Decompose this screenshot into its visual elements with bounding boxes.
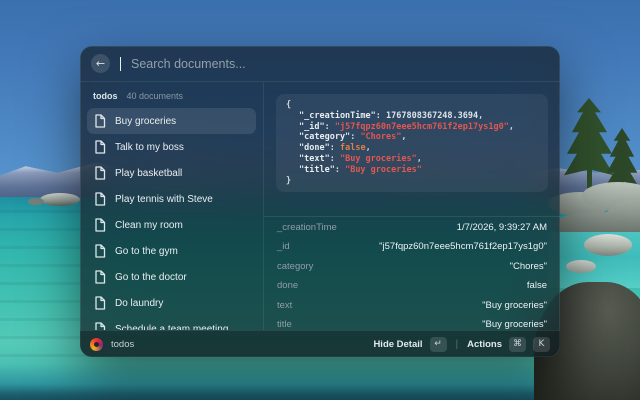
detail-row-creation-time: _creationTime 1/7/2026, 9:39:27 AM — [264, 217, 560, 237]
json-line: "done": false, — [286, 143, 538, 154]
wallpaper-boulder — [566, 260, 596, 273]
list-header: todos 40 documents — [80, 82, 263, 105]
palette-body: todos 40 documents Buy groceries Talk to… — [80, 82, 560, 330]
footer-right: Hide Detail ↵ | Actions ⌘ K — [373, 337, 550, 352]
json-preview: { "_creationTime": 1767808367248.3694, "… — [276, 94, 548, 192]
detail-field-table: _creationTime 1/7/2026, 9:39:27 AM _id "… — [264, 217, 560, 330]
wallpaper-granite-rock — [552, 212, 640, 238]
document-icon — [94, 322, 106, 330]
list-item-label: Play basketball — [115, 168, 182, 179]
wallpaper-pine-tree-large — [564, 98, 614, 188]
document-count: 40 documents — [127, 91, 184, 101]
field-key: _id — [277, 241, 290, 252]
field-key: done — [277, 280, 298, 291]
wallpaper-granite-rock — [606, 200, 640, 232]
wallpaper-rock-left — [40, 193, 80, 206]
command-palette-window: ← todos 40 documents Buy groceries — [80, 46, 560, 357]
list-item-talk-to-my-boss[interactable]: Talk to my boss — [87, 134, 256, 160]
wallpaper-pine-tree-small — [606, 128, 638, 192]
document-list[interactable]: Buy groceries Talk to my boss Play baske… — [80, 105, 263, 330]
wallpaper-granite-rock — [582, 182, 640, 210]
json-line: } — [286, 176, 538, 187]
document-icon — [94, 218, 106, 232]
json-line: "title": "Buy groceries" — [286, 165, 538, 176]
json-line: { — [286, 100, 538, 111]
search-input[interactable] — [131, 57, 549, 71]
list-item-go-to-the-doctor[interactable]: Go to the doctor — [87, 264, 256, 290]
detail-row-category: category "Chores" — [264, 256, 560, 276]
field-key: text — [277, 300, 292, 311]
back-button[interactable]: ← — [91, 54, 110, 73]
field-value: "Buy groceries" — [482, 300, 547, 311]
list-item-buy-groceries[interactable]: Buy groceries — [87, 108, 256, 134]
convex-logo-icon — [90, 338, 103, 351]
footer-bar: todos Hide Detail ↵ | Actions ⌘ K — [80, 330, 560, 357]
wallpaper-rock-left-small — [28, 198, 44, 205]
list-item-do-laundry[interactable]: Do laundry — [87, 290, 256, 316]
cmd-key-icon[interactable]: ⌘ — [509, 337, 526, 352]
field-value: "j57fqpz60n7eee5hcm761f2ep17ys1g0" — [379, 241, 547, 252]
document-icon — [94, 114, 106, 128]
field-value: "Chores" — [510, 261, 547, 272]
back-arrow-icon: ← — [96, 58, 105, 69]
field-key: _creationTime — [277, 222, 337, 233]
document-icon — [94, 166, 106, 180]
document-icon — [94, 192, 106, 206]
json-line: "category": "Chores", — [286, 132, 538, 143]
detail-row-title: title "Buy groceries" — [264, 315, 560, 330]
wallpaper-boulder — [584, 234, 632, 256]
list-item-label: Clean my room — [115, 220, 183, 231]
hide-detail-button[interactable]: Hide Detail — [373, 339, 422, 350]
list-item-label: Talk to my boss — [115, 142, 184, 153]
footer-separator: | — [456, 339, 459, 350]
list-item-label: Play tennis with Steve — [115, 194, 213, 205]
document-icon — [94, 296, 106, 310]
list-item-clean-my-room[interactable]: Clean my room — [87, 212, 256, 238]
list-item-play-basketball[interactable]: Play basketball — [87, 160, 256, 186]
wallpaper-shallow-water — [548, 232, 640, 288]
footer-app-name: todos — [111, 339, 134, 350]
document-icon — [94, 270, 106, 284]
json-line: "text": "Buy groceries", — [286, 154, 538, 165]
document-list-column: todos 40 documents Buy groceries Talk to… — [80, 82, 264, 330]
footer-left: todos — [90, 338, 373, 351]
detail-column: { "_creationTime": 1767808367248.3694, "… — [264, 82, 560, 330]
list-item-label: Buy groceries — [115, 116, 176, 127]
document-icon — [94, 244, 106, 258]
field-value: false — [527, 280, 547, 291]
collection-name: todos — [93, 91, 118, 101]
field-key: title — [277, 319, 292, 330]
list-item-label: Go to the gym — [115, 246, 178, 257]
enter-key-icon[interactable]: ↵ — [430, 337, 447, 352]
list-item-label: Go to the doctor — [115, 272, 187, 283]
field-key: category — [277, 261, 313, 272]
list-item-play-tennis[interactable]: Play tennis with Steve — [87, 186, 256, 212]
detail-row-done: done false — [264, 276, 560, 296]
list-item-schedule-team-meeting[interactable]: Schedule a team meeting — [87, 316, 256, 330]
document-icon — [94, 140, 106, 154]
json-line: "_creationTime": 1767808367248.3694, — [286, 111, 538, 122]
field-value: "Buy groceries" — [482, 319, 547, 330]
list-item-label: Do laundry — [115, 298, 163, 309]
list-item-go-to-the-gym[interactable]: Go to the gym — [87, 238, 256, 264]
search-header: ← — [80, 46, 560, 82]
detail-row-id: _id "j57fqpz60n7eee5hcm761f2ep17ys1g0" — [264, 237, 560, 257]
detail-row-text: text "Buy groceries" — [264, 295, 560, 315]
json-line: "_id": "j57fqpz60n7eee5hcm761f2ep17ys1g0… — [286, 122, 538, 133]
spacer — [264, 192, 560, 216]
field-value: 1/7/2026, 9:39:27 AM — [457, 222, 547, 233]
text-cursor — [120, 57, 121, 71]
screen: ← todos 40 documents Buy groceries — [0, 0, 640, 400]
actions-button[interactable]: Actions — [467, 339, 502, 350]
k-key-icon[interactable]: K — [533, 337, 550, 352]
